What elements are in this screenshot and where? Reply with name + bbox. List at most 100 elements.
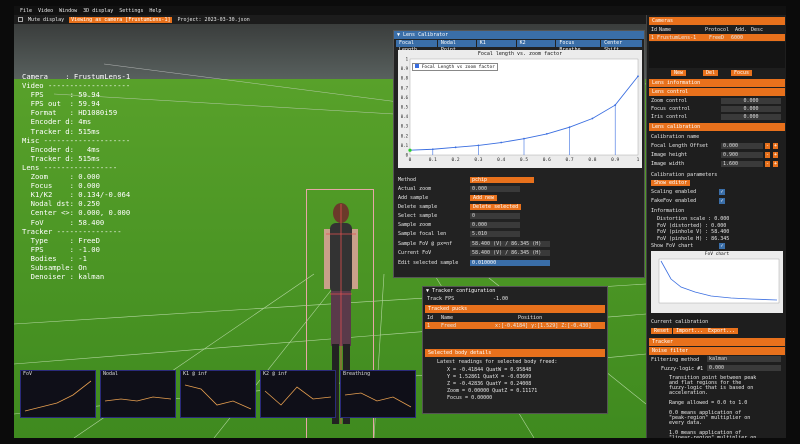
tracker-header[interactable]: Tracker	[649, 338, 785, 346]
tracker-config-titlebar[interactable]: ▼ Tracker configuration	[423, 287, 607, 295]
calib-row-label: Edit selected sample	[398, 260, 459, 266]
overlay-line: FPS out : 59.94	[22, 99, 100, 109]
menu-file[interactable]: File	[20, 8, 32, 14]
lens-information-header[interactable]: Lens information	[649, 79, 785, 87]
menu-help[interactable]: Help	[149, 8, 161, 14]
fov-chart-canvas	[658, 258, 780, 304]
overlay-line: Camera : FrustumLens-1	[22, 72, 131, 81]
new-camera-button[interactable]: New	[671, 70, 687, 76]
overlay-line: Tracker d: 515ms	[22, 126, 100, 136]
overlay-line: Lens -----------------	[22, 162, 118, 172]
decrement-button[interactable]: -	[765, 161, 771, 167]
y-tick-label: 0.5	[401, 105, 409, 110]
fov-chart-checkbox[interactable]: ✓	[719, 243, 725, 249]
focus-camera-button[interactable]: Focus	[731, 70, 753, 76]
calib-param-label: Image width	[651, 161, 685, 167]
camera-id: 1	[651, 35, 655, 41]
show-editor-button[interactable]: Show editor	[651, 180, 691, 186]
x-tick-label: 0.4	[497, 157, 505, 163]
mini-plot-label: Nodal	[103, 371, 119, 377]
x-tick-label: 0.7	[566, 157, 574, 163]
decrement-button[interactable]: -	[765, 152, 771, 158]
mute-checkbox[interactable]	[18, 17, 23, 22]
camera-list-area[interactable]	[649, 42, 785, 68]
lens-control-slider[interactable]: 0.000	[721, 106, 781, 112]
tab-focus-breathe[interactable]: Focus Breathe	[556, 40, 601, 53]
menu-video[interactable]: Video	[38, 8, 53, 14]
lens-control-header[interactable]: Lens control	[649, 88, 785, 96]
x-tick-label: 0.3	[474, 157, 482, 163]
mini-plot-fov[interactable]: FoV	[20, 370, 96, 418]
delete-camera-button[interactable]: Del	[703, 70, 719, 76]
tab-center-shift[interactable]: Center Shift	[601, 40, 642, 53]
menu-3d-display[interactable]: 3D display	[83, 8, 113, 14]
increment-button[interactable]: +	[773, 161, 779, 167]
calib-param-label: Focal Length Offset	[651, 143, 709, 149]
lens-calibration-header[interactable]: Lens calibration	[649, 123, 785, 131]
overlay-line: Video -------------------	[22, 81, 131, 91]
fakefov-checkbox[interactable]: ✓	[719, 198, 725, 204]
calib-row-value[interactable]: 0.010000	[470, 260, 550, 266]
mini-plot-k1[interactable]: K1 @ inf	[180, 370, 256, 418]
collapse-triangle-icon[interactable]: ▼	[397, 32, 400, 38]
selected-body-header[interactable]: Selected body details	[425, 349, 605, 357]
fuzzy-logic-input[interactable]: 0.000	[707, 365, 781, 371]
method-select[interactable]: pchip	[470, 177, 534, 183]
mini-plot-label: K1 @ inf	[183, 371, 208, 377]
lens-control-slider[interactable]: 0.000	[721, 114, 781, 120]
y-tick-label: 0.8	[401, 76, 409, 81]
data-point	[454, 146, 457, 149]
calibrator-tabs: Focal Length Nodal Point K1 K2 Focus Bre…	[394, 39, 644, 53]
y-tick-label: 0.1	[401, 143, 409, 148]
y-tick-label: 0.2	[401, 133, 409, 138]
calib-row-value: 58.400 (V) / 86.345 (H)	[470, 250, 550, 256]
calib-row-label: Sample FoV @ px=nf	[398, 241, 453, 247]
collapse-triangle-icon[interactable]: ▼	[426, 288, 429, 294]
mini-plot-nodal[interactable]: Nodal	[100, 370, 176, 418]
reset-button[interactable]: Reset	[651, 328, 673, 334]
overlay-line: Tracker d: 515ms	[22, 153, 100, 163]
viewing-camera-tag[interactable]: Viewing as camera [FrustumLens-1]	[69, 16, 173, 23]
filtering-method-select[interactable]: kalman	[707, 356, 781, 362]
info-line: FoV (pinhole H) : 86.345	[657, 235, 730, 242]
focal-length-chart[interactable]: Focal length vs. zoom factor 0 0.1 0.2 0.3 0…	[398, 50, 642, 168]
app-window: File Video Window 3D display Settings He…	[14, 6, 786, 438]
export-button[interactable]: Export...	[705, 328, 739, 334]
cam-col-protocol: Protocol	[705, 27, 730, 33]
tab-nodal-point[interactable]: Nodal Point	[437, 40, 476, 53]
mute-label: Mute display	[28, 16, 65, 23]
tab-k1[interactable]: K1	[476, 40, 516, 47]
calib-param-input[interactable]: 0.900	[721, 152, 763, 158]
fov-chart[interactable]: FoV chart	[651, 251, 783, 313]
increment-button[interactable]: +	[773, 152, 779, 158]
overlay-line: Encoder d: 4ms	[22, 144, 100, 154]
puck-id: 1	[427, 323, 431, 329]
lens-calibrator-titlebar[interactable]: ▼ Lens Calibrator	[394, 31, 644, 39]
calib-action-button[interactable]: Delete selected	[470, 204, 522, 210]
increment-button[interactable]: +	[773, 143, 779, 149]
overlay-line: Bodies : -1	[22, 253, 87, 263]
calib-param-input[interactable]: 1.600	[721, 161, 763, 167]
y-tick-label: 0.7	[401, 85, 409, 90]
cameras-header[interactable]: Cameras	[649, 17, 785, 25]
menu-settings[interactable]: Settings	[119, 8, 143, 14]
cam-col-name: Name	[659, 27, 672, 33]
calib-row-value[interactable]: 0	[470, 213, 520, 219]
info-line: FoV (distorted) : 0.000	[657, 222, 727, 229]
tab-focal-length[interactable]: Focal Length	[396, 40, 437, 53]
lens-control-slider[interactable]: 0.000	[721, 98, 781, 104]
tab-k2[interactable]: K2	[516, 40, 556, 47]
import-button[interactable]: Import...	[673, 328, 707, 334]
decrement-button[interactable]: -	[765, 143, 771, 149]
menu-window[interactable]: Window	[59, 8, 77, 14]
mini-plot-k2[interactable]: K2 @ inf	[260, 370, 336, 418]
calib-action-button[interactable]: Add new	[470, 195, 498, 201]
data-point	[614, 104, 617, 106]
scaling-checkbox[interactable]: ✓	[719, 189, 725, 195]
calib-row-value: 5.010	[470, 231, 520, 237]
calib-param-input[interactable]: 0.000	[721, 143, 763, 149]
data-point	[637, 75, 639, 78]
noise-filter-header[interactable]: Noise filter	[649, 347, 785, 355]
mini-plot-breathing[interactable]: Breathing	[340, 370, 416, 418]
tracked-pucks-header[interactable]: Tracked pucks	[425, 305, 605, 313]
